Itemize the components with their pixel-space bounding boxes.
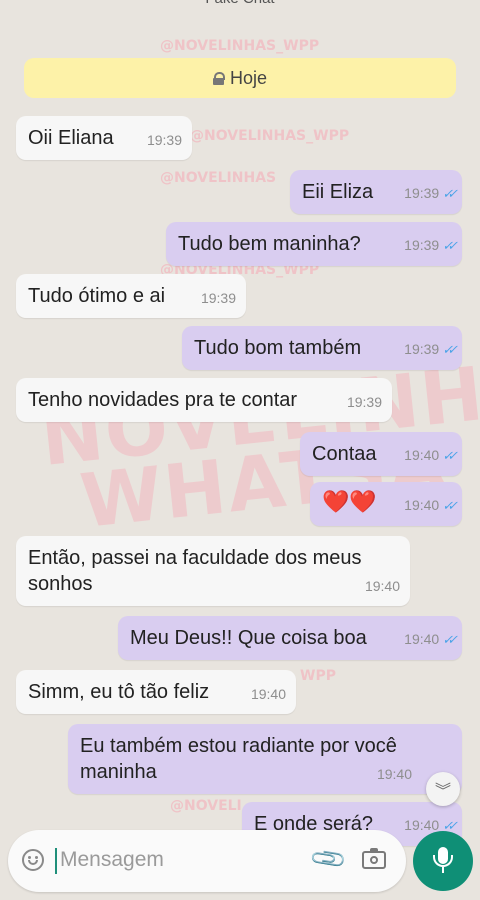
message-text: Tudo bem maninha? [178, 233, 361, 255]
message-text: Eii Eliza [302, 181, 374, 203]
lock-icon [212, 71, 225, 85]
double-check-icon: ✓✓ [442, 632, 458, 647]
camera-icon[interactable] [362, 848, 386, 869]
message-emoji: ❤️❤️ [322, 489, 377, 514]
message-composer: Mensagem 📎 [8, 830, 406, 892]
message-time: 19:40 [404, 631, 440, 647]
watermark-handle: @NOVELI [170, 798, 242, 814]
watermark-handle: @NOVELINHAS [160, 170, 277, 186]
message-outgoing[interactable]: Tudo bem maninha? 19:39 ✓✓ [166, 222, 462, 266]
message-outgoing[interactable]: ❤️❤️ 19:40 ✓✓ [310, 482, 462, 526]
message-text: Tenho novidades pra te contar [28, 389, 298, 411]
message-outgoing[interactable]: Meu Deus!! Que coisa boa 19:40 ✓✓ [118, 616, 462, 660]
paperclip-icon[interactable]: 📎 [308, 839, 349, 879]
date-separator: Hoje [24, 58, 456, 98]
date-label: Hoje [229, 67, 268, 88]
message-incoming[interactable]: Tenho novidades pra te contar 19:39 [16, 378, 392, 422]
text-cursor [55, 848, 57, 874]
message-time: 19:39 [146, 132, 182, 148]
message-incoming[interactable]: Então, passei na faculdade dos meus sonh… [16, 536, 410, 606]
chevron-double-down-icon: ︾ [434, 783, 451, 800]
message-time: 19:40 [250, 686, 286, 702]
message-time: 19:40 [364, 578, 400, 594]
microphone-icon [433, 847, 453, 873]
scroll-to-bottom-button[interactable]: ︾ [426, 772, 460, 806]
emoji-icon[interactable] [22, 849, 44, 871]
message-outgoing[interactable]: Contaa 19:40 ✓✓ [300, 432, 462, 476]
message-text: Então, passei na faculdade dos meus sonh… [28, 547, 362, 595]
message-incoming[interactable]: Simm, eu tô tão feliz 19:40 [16, 670, 296, 714]
message-text: Contaa [312, 443, 377, 465]
message-text: Oii Eliana [28, 127, 114, 149]
message-input[interactable]: Mensagem [60, 848, 164, 872]
message-text: Tudo ótimo e ai [28, 285, 166, 307]
message-incoming[interactable]: Oii Eliana 19:39 [16, 116, 192, 160]
double-check-icon: ✓✓ [442, 448, 458, 463]
double-check-icon: ✓✓ [442, 342, 458, 357]
message-time: 19:40 [404, 497, 440, 513]
message-time: 19:40 [376, 766, 412, 782]
message-text: Simm, eu tô tão feliz [28, 681, 210, 703]
message-time: 19:40 [404, 817, 440, 833]
message-time: 19:39 [404, 341, 440, 357]
message-text: Eu também estou radiante por você maninh… [80, 735, 397, 783]
double-check-icon: ✓✓ [442, 498, 458, 513]
double-check-icon: ✓✓ [442, 238, 458, 253]
message-incoming[interactable]: Tudo ótimo e ai 19:39 [16, 274, 246, 318]
double-check-icon: ✓✓ [442, 186, 458, 201]
message-time: 19:39 [404, 185, 440, 201]
message-outgoing[interactable]: Eii Eliza 19:39 ✓✓ [290, 170, 462, 214]
message-outgoing[interactable]: Eu também estou radiante por você maninh… [68, 724, 462, 794]
watermark-handle: @NOVELINHAS_WPP [190, 128, 350, 144]
chat-title: Fake Chat [0, 0, 480, 10]
message-time: 19:39 [404, 237, 440, 253]
watermark-handle: @NOVELINHAS_WPP [160, 38, 320, 54]
message-time: 19:39 [346, 394, 382, 410]
chat-screen: { "header": { "title": "Fake Chat" }, "d… [0, 0, 480, 900]
message-outgoing[interactable]: Tudo bom também 19:39 ✓✓ [182, 326, 462, 370]
message-text: Meu Deus!! Que coisa boa [130, 627, 367, 649]
voice-message-button[interactable] [413, 831, 473, 891]
message-text: Tudo bom também [194, 337, 362, 359]
watermark-handle: WPP [300, 668, 336, 684]
message-time: 19:39 [200, 290, 236, 306]
message-time: 19:40 [404, 447, 440, 463]
